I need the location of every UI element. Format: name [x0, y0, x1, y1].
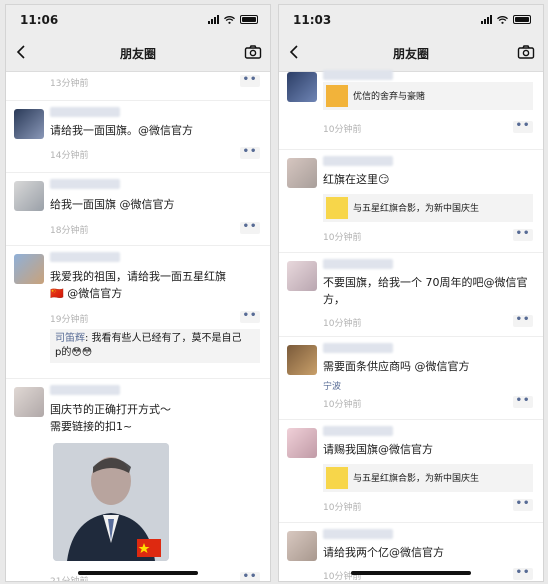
camera-icon[interactable] [517, 44, 535, 60]
comment-text-cont: p的😳😳 [55, 347, 93, 358]
status-time: 11:06 [20, 13, 59, 27]
avatar[interactable] [14, 109, 44, 139]
link-thumbnail [326, 467, 348, 489]
post-photo[interactable] [53, 443, 169, 561]
avatar[interactable] [287, 261, 317, 291]
shared-link[interactable]: 与五星红旗合影，为新中国庆生 [323, 194, 533, 222]
link-title: 与五星红旗合影，为新中国庆生 [353, 204, 480, 214]
more-button[interactable]: •• [513, 499, 533, 511]
post-timestamp: 10分钟前 [323, 503, 362, 513]
post-text: 请赐我国旗@微信官方 [323, 443, 433, 456]
moment-post: 优信的舍弃与豪赌 10分钟前 •• [279, 64, 543, 144]
user-name[interactable] [50, 385, 120, 395]
post-text-line2: 🇨🇳 @微信官方 [50, 287, 123, 300]
home-indicator [78, 571, 198, 575]
battery-icon [513, 15, 531, 24]
post-text-line1: 国庆节的正确打开方式～ [50, 403, 171, 416]
comment-box: 司笛辉: 我看有些人已经有了，莫不是自己 p的😳😳 [50, 329, 260, 363]
avatar[interactable] [287, 531, 317, 561]
post-timestamp: 14分钟前 [50, 151, 89, 161]
post-timestamp: 21分钟前 [50, 577, 89, 582]
avatar[interactable] [287, 72, 317, 102]
post-text-line2: 方， [323, 293, 345, 306]
left-phone-screen: 11:06 朋友圈 13分钟前 •• 请给我一面国旗。@微信官方 14分钟前 •… [5, 4, 271, 582]
post-timestamp: 19分钟前 [50, 315, 89, 325]
battery-icon [240, 15, 258, 24]
post-timestamp: 13分钟前 [50, 79, 89, 89]
more-button[interactable]: •• [240, 572, 260, 581]
page-title: 朋友圈 [392, 47, 429, 61]
avatar[interactable] [14, 254, 44, 284]
more-button[interactable]: •• [513, 229, 533, 241]
more-button[interactable]: •• [240, 222, 260, 234]
more-button[interactable]: •• [240, 311, 260, 323]
user-name[interactable] [50, 107, 120, 117]
moment-post: 我爱我的祖国，请给我一面五星红旗 🇨🇳 @微信官方 19分钟前 •• 司笛辉: … [6, 245, 270, 374]
status-bar: 11:06 [6, 5, 270, 35]
user-name[interactable] [323, 156, 393, 166]
camera-icon[interactable] [244, 44, 262, 60]
user-name[interactable] [50, 252, 120, 262]
avatar[interactable] [14, 181, 44, 211]
status-time: 11:03 [293, 13, 332, 27]
user-name[interactable] [323, 426, 393, 436]
more-button[interactable]: •• [513, 568, 533, 580]
moment-post: 国庆节的正确打开方式～ 需要链接的扣1~ 21分钟前 •• [6, 378, 270, 582]
more-button[interactable]: •• [240, 75, 260, 87]
avatar[interactable] [287, 158, 317, 188]
link-thumbnail [326, 197, 348, 219]
status-bar: 11:03 [279, 5, 543, 35]
link-title: 优信的舍弃与豪赌 [353, 92, 426, 102]
moment-post: 不要国旗，给我一个 70周年的吧@微信官 方， 10分钟前 •• [279, 252, 543, 333]
post-timestamp: 10分钟前 [323, 125, 362, 135]
post-text: 给我一面国旗 @微信官方 [50, 198, 175, 211]
shared-link[interactable]: 优信的舍弃与豪赌 [323, 82, 533, 110]
post-timestamp: 18分钟前 [50, 226, 89, 236]
moments-feed[interactable]: 13分钟前 •• 请给我一面国旗。@微信官方 14分钟前 •• 给我一面国旗 @… [6, 72, 270, 581]
moment-post: 请赐我国旗@微信官方 与五星红旗合影，为新中国庆生 10分钟前 •• [279, 419, 543, 520]
post-location[interactable]: 宁波 [323, 379, 341, 392]
moment-post: 请给我一面国旗。@微信官方 14分钟前 •• [6, 100, 270, 167]
link-thumbnail [326, 85, 348, 107]
avatar[interactable] [287, 345, 317, 375]
post-timestamp: 10分钟前 [323, 319, 362, 329]
post-text-line1: 我爱我的祖国，请给我一面五星红旗 [50, 270, 226, 283]
moment-post: 红旗在这里😏 与五星红旗合影，为新中国庆生 10分钟前 •• [279, 149, 543, 248]
wifi-icon [497, 15, 508, 24]
shared-link[interactable]: 与五星红旗合影，为新中国庆生 [323, 464, 533, 492]
user-name[interactable] [323, 529, 393, 539]
post-timestamp: 10分钟前 [323, 233, 362, 243]
more-button[interactable]: •• [513, 315, 533, 327]
more-button[interactable]: •• [240, 147, 260, 159]
comment-author[interactable]: 司笛辉 [55, 333, 85, 344]
page-title: 朋友圈 [119, 47, 156, 61]
avatar[interactable] [287, 428, 317, 458]
user-name[interactable] [323, 259, 393, 269]
post-text-line1: 不要国旗，给我一个 70周年的吧@微信官 [323, 276, 528, 289]
avatar[interactable] [14, 387, 44, 417]
comment-text: : 我看有些人已经有了，莫不是自己 [85, 333, 242, 344]
portrait-image [53, 443, 169, 561]
moment-post: 给我一面国旗 @微信官方 18分钟前 •• [6, 172, 270, 241]
home-indicator [351, 571, 471, 575]
moments-feed[interactable]: 优信的舍弃与豪赌 10分钟前 •• 红旗在这里😏 与五星红旗合影，为新中国庆生 … [279, 70, 543, 581]
post-text: 请给我一面国旗。@微信官方 [50, 124, 193, 137]
user-name[interactable] [323, 343, 393, 353]
signal-icon [208, 15, 219, 24]
moment-post: 需要面条供应商吗 @微信官方 宁波 10分钟前 •• [279, 336, 543, 415]
more-button[interactable]: •• [513, 396, 533, 408]
post-text: 红旗在这里😏 [323, 173, 390, 186]
user-name[interactable] [323, 70, 393, 80]
wifi-icon [224, 15, 235, 24]
more-button[interactable]: •• [513, 121, 533, 133]
nav-bar: 朋友圈 [6, 35, 270, 72]
link-title: 与五星红旗合影，为新中国庆生 [353, 474, 480, 484]
post-text: 需要面条供应商吗 @微信官方 [323, 360, 470, 373]
signal-icon [481, 15, 492, 24]
user-name[interactable] [50, 179, 120, 189]
post-text: 请给我两个亿@微信官方 [323, 546, 444, 559]
right-phone-screen: 11:03 朋友圈 优信的舍弃与豪赌 10分钟前 •• 红旗在这里😏 与五星红旗… [278, 4, 544, 582]
post-timestamp: 10分钟前 [323, 400, 362, 410]
post-text-line2: 需要链接的扣1~ [50, 420, 133, 433]
